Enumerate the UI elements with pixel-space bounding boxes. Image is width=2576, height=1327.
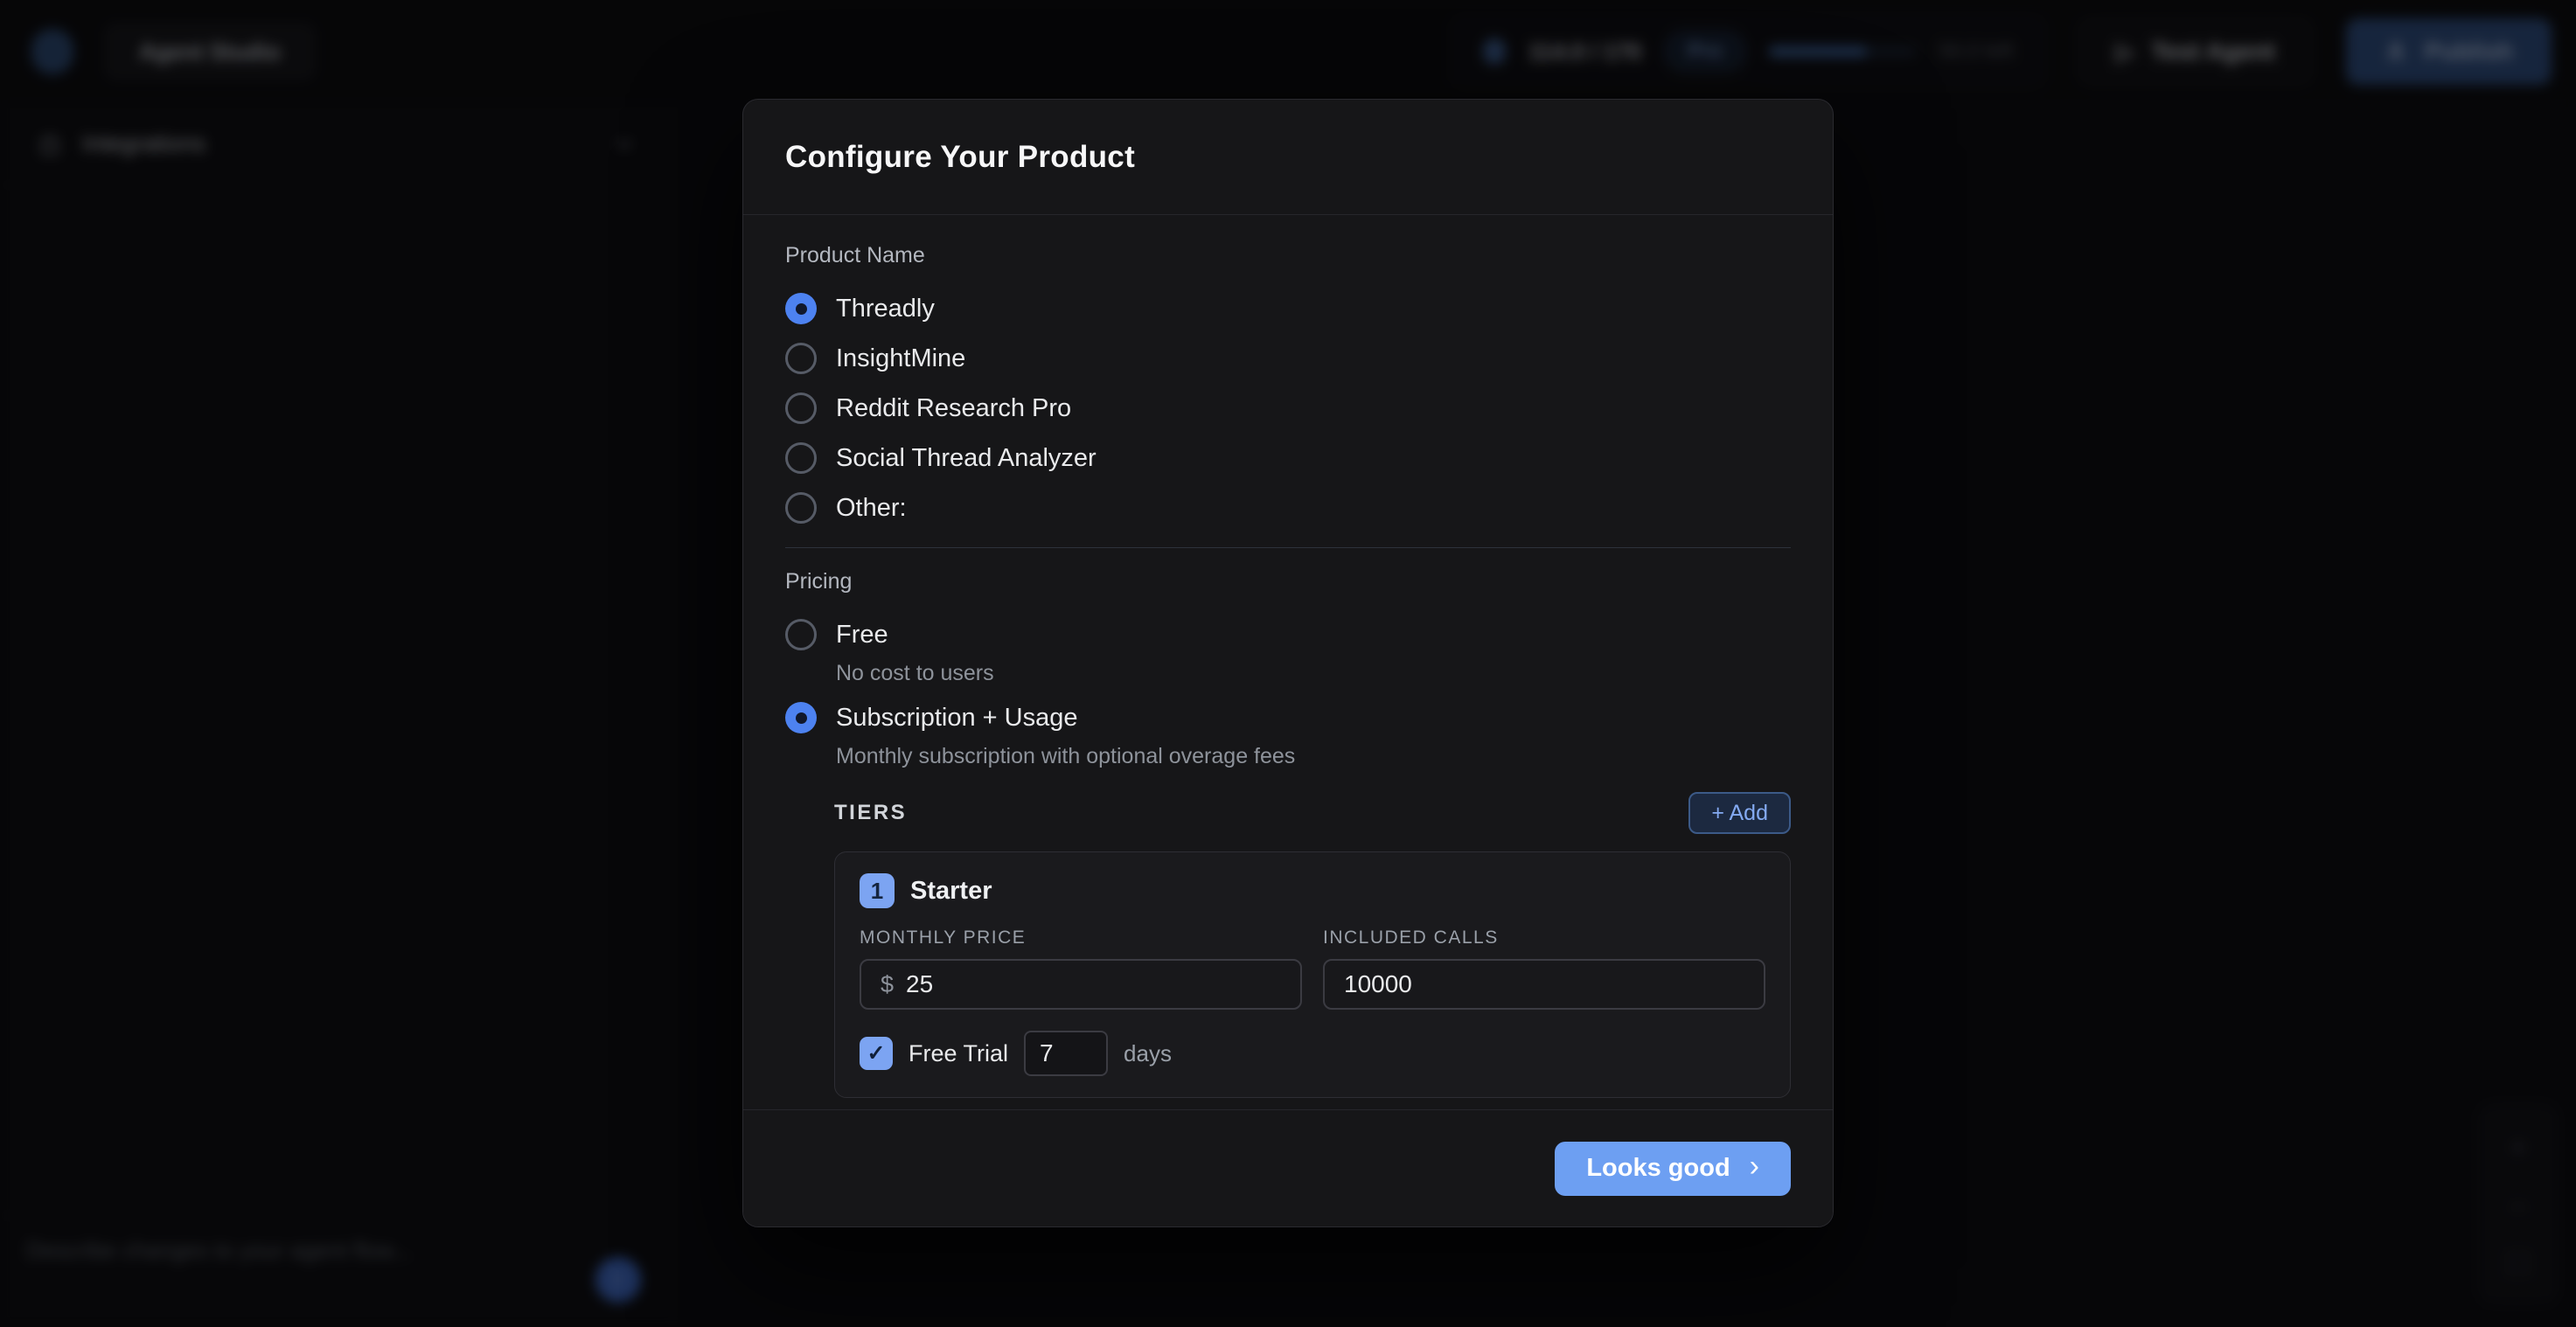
product-option-other[interactable]: Other: (785, 490, 1791, 526)
monthly-price-inputbox[interactable]: $ (860, 959, 1302, 1010)
chevron-right-icon: › (1750, 1150, 1759, 1184)
product-name-label: Product Name (785, 243, 1791, 268)
app-root: Agent Studio 114.0 / 170 Pro 56.0 left ▷ (0, 0, 2576, 1327)
tiers-header: TIERS + Add (834, 792, 1791, 834)
included-calls-inputbox[interactable] (1323, 959, 1765, 1010)
tier-card-starter: 1 Starter MONTHLY PRICE $ INCLUDED CALLS (834, 851, 1791, 1098)
radio-unselected[interactable] (785, 393, 817, 424)
product-option-insightmine[interactable]: InsightMine (785, 340, 1791, 377)
monthly-price-label: MONTHLY PRICE (860, 928, 1302, 948)
product-option-threadly[interactable]: Threadly (785, 290, 1791, 327)
free-trial-checkbox[interactable]: ✓ (860, 1037, 893, 1070)
add-tier-button[interactable]: + Add (1688, 792, 1791, 834)
pricing-free-description: No cost to users (836, 661, 1791, 686)
radio-unselected[interactable] (785, 492, 817, 524)
section-divider (785, 547, 1791, 548)
pricing-label: Pricing (785, 569, 1791, 594)
looks-good-button[interactable]: Looks good › (1555, 1142, 1791, 1196)
monthly-price-input[interactable] (906, 970, 1281, 998)
included-calls-label: INCLUDED CALLS (1323, 928, 1765, 948)
product-option-reddit-research-pro[interactable]: Reddit Research Pro (785, 390, 1791, 427)
modal-title: Configure Your Product (785, 140, 1135, 175)
check-icon: ✓ (867, 1040, 886, 1066)
pricing-subscription-description: Monthly subscription with optional overa… (836, 744, 1791, 769)
radio-selected[interactable] (785, 293, 817, 324)
monthly-price-field: MONTHLY PRICE $ (860, 928, 1302, 1010)
radio-unselected[interactable] (785, 442, 817, 474)
looks-good-label: Looks good (1586, 1154, 1730, 1183)
free-trial-label: Free Trial (909, 1040, 1008, 1067)
radio-unselected[interactable] (785, 343, 817, 374)
product-option-social-thread-analyzer[interactable]: Social Thread Analyzer (785, 440, 1791, 476)
tier-name: Starter (910, 877, 992, 906)
included-calls-field: INCLUDED CALLS (1323, 928, 1765, 1010)
free-trial-row: ✓ Free Trial days (860, 1031, 1765, 1076)
tier-fields: MONTHLY PRICE $ INCLUDED CALLS (860, 928, 1765, 1010)
tier-number-badge: 1 (860, 873, 895, 908)
currency-prefix: $ (881, 971, 894, 998)
tier-header: 1 Starter (860, 873, 1765, 908)
trial-days-inputbox[interactable] (1024, 1031, 1108, 1076)
configure-product-modal: Configure Your Product Product Name Thre… (742, 99, 1834, 1227)
included-calls-input[interactable] (1344, 970, 1744, 998)
modal-footer: Looks good › (743, 1109, 1833, 1226)
pricing-option-free[interactable]: Free (785, 616, 1791, 653)
radio-selected[interactable] (785, 702, 817, 733)
modal-body: Product Name Threadly InsightMine Reddit… (743, 215, 1833, 1109)
tiers-label: TIERS (834, 801, 907, 825)
days-label: days (1124, 1040, 1172, 1067)
modal-header: Configure Your Product (743, 100, 1833, 215)
radio-unselected[interactable] (785, 619, 817, 650)
trial-days-input[interactable] (1040, 1039, 1092, 1067)
pricing-option-subscription-usage[interactable]: Subscription + Usage (785, 699, 1791, 736)
